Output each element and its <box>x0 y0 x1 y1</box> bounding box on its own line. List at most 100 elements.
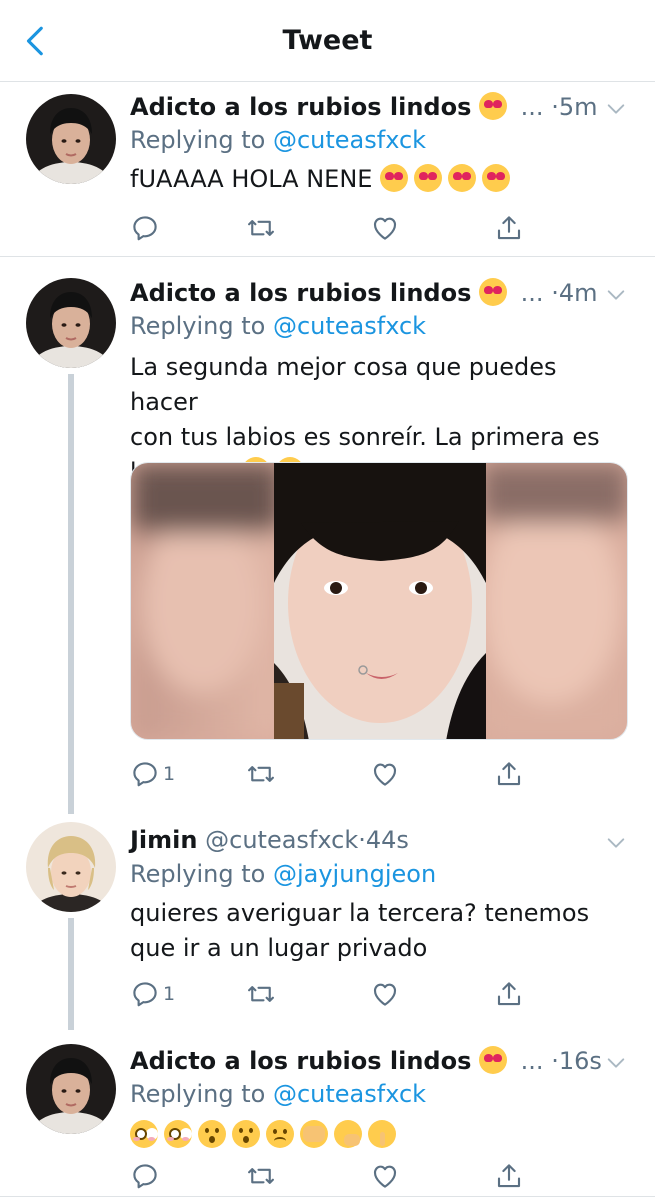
like-icon <box>370 979 400 1009</box>
retweet-icon <box>246 213 276 243</box>
flushed-emoji <box>164 1120 192 1148</box>
tweet-text: quieres averiguar la tercera? tenemos qu… <box>130 896 631 966</box>
replying-to: Replying to @cuteasfxck <box>130 126 426 154</box>
timestamp[interactable]: ·16s <box>551 1047 602 1075</box>
tweet[interactable]: Adicto a los rubios lindos ... ·16s Repl… <box>0 1038 655 1200</box>
mention-link[interactable]: @cuteasfxck <box>273 1080 426 1108</box>
like-button[interactable] <box>370 1158 400 1194</box>
share-button[interactable] <box>494 1158 524 1194</box>
tweet-text-line: quieres averiguar la tercera? tenemos <box>130 899 590 927</box>
avatar[interactable] <box>26 822 116 912</box>
reply-icon <box>130 759 160 789</box>
retweet-button[interactable] <box>246 1158 276 1194</box>
face-hands-emoji <box>300 1120 328 1148</box>
share-icon <box>494 759 524 789</box>
share-icon <box>494 1161 524 1191</box>
timestamp[interactable]: ·4m <box>551 279 597 307</box>
reply-icon <box>130 979 160 1009</box>
tweet-actions: 1 <box>130 756 530 796</box>
display-name[interactable]: Adicto a los rubios lindos <box>130 279 471 307</box>
tweet[interactable]: Jimin @cuteasfxck·44s Replying to @jayju… <box>0 818 655 1030</box>
tweet-actions <box>130 1158 530 1198</box>
thread-line <box>68 918 74 1030</box>
chevron-down-icon <box>605 1052 627 1074</box>
name-ellipsis: ... <box>520 279 544 307</box>
tweet-text: fUAAAA HOLA NENE <box>130 162 631 197</box>
share-button[interactable] <box>494 756 524 792</box>
retweet-button[interactable] <box>246 210 276 246</box>
avatar[interactable] <box>26 1044 116 1134</box>
tweet-divider <box>0 1196 655 1197</box>
replying-to-label: Replying to <box>130 860 266 888</box>
tweet-menu-button[interactable] <box>605 98 627 120</box>
reply-button[interactable]: 1 <box>130 976 175 1012</box>
heart-eyes-emoji <box>479 1046 508 1074</box>
tweet-text-line: La segunda mejor cosa que puedes hacer <box>130 353 557 416</box>
reply-icon <box>130 213 160 243</box>
share-button[interactable] <box>494 210 524 246</box>
tweet-menu-button[interactable] <box>605 1052 627 1074</box>
reply-button[interactable] <box>130 210 163 246</box>
heart-eyes-emoji <box>482 164 511 192</box>
share-button[interactable] <box>494 976 524 1012</box>
display-name[interactable]: Adicto a los rubios lindos <box>130 1047 471 1075</box>
tweet-photo[interactable] <box>130 462 628 740</box>
top-bar: Tweet <box>0 0 655 82</box>
replying-to: Replying to @jayjungjeon <box>130 860 436 888</box>
chevron-down-icon <box>605 284 627 306</box>
hushed-emoji <box>232 1120 260 1148</box>
tweet-header: Adicto a los rubios lindos ... ·16s <box>130 1046 635 1082</box>
avatar[interactable] <box>26 94 116 184</box>
tweet-text-line: que ir a un lugar privado <box>130 934 428 962</box>
tweet-header: Adicto a los rubios lindos ... ·5m <box>130 92 635 128</box>
like-button[interactable] <box>370 210 400 246</box>
name-ellipsis: ... <box>520 1047 544 1075</box>
tweet[interactable]: Adicto a los rubios lindos ... ·5m Reply… <box>0 84 655 256</box>
share-icon <box>494 213 524 243</box>
heart-eyes-emoji <box>479 92 508 120</box>
page-title: Tweet <box>282 25 373 56</box>
reply-button[interactable]: 1 <box>130 756 175 792</box>
tweet-actions <box>130 210 530 250</box>
replying-to-label: Replying to <box>130 126 266 154</box>
retweet-icon <box>246 979 276 1009</box>
display-name[interactable]: Jimin <box>130 826 197 854</box>
heart-eyes-emoji <box>448 164 477 192</box>
frowning-emoji <box>266 1120 294 1148</box>
like-icon <box>370 759 400 789</box>
thread-line <box>68 374 74 814</box>
tweet-actions: 1 <box>130 976 530 1016</box>
reply-count: 1 <box>163 983 176 1005</box>
timestamp[interactable]: ·5m <box>551 93 597 121</box>
retweet-button[interactable] <box>246 756 276 792</box>
replying-to-label: Replying to <box>130 1080 266 1108</box>
like-button[interactable] <box>370 756 400 792</box>
tweet-divider <box>0 256 655 257</box>
flushed-emoji <box>130 1120 158 1148</box>
user-handle[interactable]: @cuteasfxck <box>205 826 358 854</box>
mention-link[interactable]: @cuteasfxck <box>273 312 426 340</box>
replying-to-label: Replying to <box>130 312 266 340</box>
avatar[interactable] <box>26 278 116 368</box>
mention-link[interactable]: @cuteasfxck <box>273 126 426 154</box>
tweet-menu-button[interactable] <box>605 284 627 306</box>
timestamp[interactable]: ·44s <box>358 826 409 854</box>
chevron-down-icon <box>605 832 627 854</box>
replying-to: Replying to @cuteasfxck <box>130 1080 426 1108</box>
heart-eyes-emoji <box>380 164 409 192</box>
retweet-button[interactable] <box>246 976 276 1012</box>
retweet-icon <box>246 1161 276 1191</box>
reply-button[interactable] <box>130 1158 163 1194</box>
tweet-text-line: con tus labios es sonreír. La primera es <box>130 423 600 451</box>
reply-icon <box>130 1161 160 1191</box>
like-icon <box>370 1161 400 1191</box>
tweet[interactable]: Adicto a los rubios lindos ... ·4m Reply… <box>0 270 655 820</box>
display-name[interactable]: Adicto a los rubios lindos <box>130 93 471 121</box>
reply-count: 1 <box>163 763 176 785</box>
heart-eyes-emoji <box>414 164 443 192</box>
tweet-menu-button[interactable] <box>605 832 627 854</box>
tweet-header: Jimin @cuteasfxck·44s <box>130 826 635 862</box>
replying-to: Replying to @cuteasfxck <box>130 312 426 340</box>
like-button[interactable] <box>370 976 400 1012</box>
mention-link[interactable]: @jayjungjeon <box>273 860 436 888</box>
